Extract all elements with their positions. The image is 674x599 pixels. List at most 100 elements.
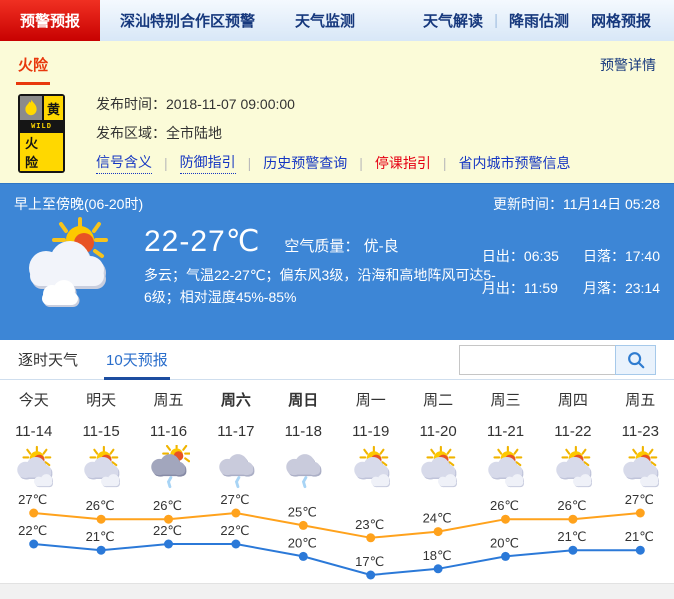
warning-link[interactable]: 省内城市预警信息 (459, 153, 571, 173)
forecast-days-grid: 今天 11-14 明天 11-15 周五 11-16 周六 11-17 周日 11-18 周一… (0, 380, 674, 489)
svg-text:27℃: 27℃ (625, 492, 654, 507)
svg-text:22℃: 22℃ (153, 523, 182, 538)
shower-icon (135, 445, 202, 489)
warning-link[interactable]: 停课指引 (375, 153, 431, 173)
forecast-day-column[interactable]: 周五 11-23 (607, 389, 674, 489)
day-name: 周六 (220, 392, 251, 409)
forecast-day-column[interactable]: 周日 11-18 (270, 389, 337, 489)
nav-link-rain-estimate[interactable]: 降雨估测 (498, 10, 580, 31)
update-time: 更新时间：11月14日 05:28 (492, 196, 660, 212)
warning-category-label: WILD FIRE (20, 122, 63, 142)
partly-cloudy-icon (404, 445, 471, 489)
weather-description: 多云；气温22-27℃；偏东风3级，沿海和高地阵风可达5-6级；相对湿度45%-… (144, 267, 496, 305)
search-input[interactable] (459, 344, 615, 375)
search-box (459, 344, 656, 375)
svg-text:23℃: 23℃ (355, 517, 384, 532)
forecast-day-column[interactable]: 周一 11-19 (337, 389, 404, 489)
svg-text:17℃: 17℃ (355, 554, 384, 569)
day-name: 周一 (355, 392, 386, 409)
day-date: 11-14 (15, 423, 53, 440)
sun-moon-info: 日出：06:35 日落：17:40 月出：11:59 月落：23:14 (482, 246, 660, 298)
svg-text:21℃: 21℃ (557, 529, 586, 544)
svg-text:22℃: 22℃ (220, 523, 249, 538)
warning-link[interactable]: 历史预警查询 (263, 153, 347, 173)
svg-text:26℃: 26℃ (86, 498, 115, 513)
air-quality: 空气质量： 优-良 (284, 238, 399, 255)
day-date: 11-17 (217, 423, 255, 440)
day-date: 11-22 (554, 423, 592, 440)
warning-link[interactable]: 防御指引 (179, 152, 236, 174)
search-icon (627, 351, 644, 368)
warning-name-label: 火 险 (20, 133, 63, 171)
publish-area-row: 发布区域：全市陆地 (96, 123, 571, 143)
fire-warning-sign-icon: 黄 WILD FIRE 火 险 (18, 94, 65, 173)
forecast-day-column[interactable]: 周四 11-22 (539, 389, 606, 489)
current-panel-header: 早上至傍晚(06-20时) 更新时间：11月14日 05:28 (14, 194, 660, 214)
top-nav: 预警预报 深汕特别合作区预警 天气监测 天气解读 降雨估测 网格预报 (0, 0, 674, 41)
day-name: 明天 (86, 392, 117, 409)
publish-area-label: 发布区域： (96, 125, 166, 141)
day-date: 11-21 (486, 423, 525, 440)
forecast-day-column[interactable]: 周五 11-16 (135, 389, 202, 489)
forecast-day-column[interactable]: 周三 11-21 (472, 389, 539, 489)
nav-tab-weather-monitor[interactable]: 天气监测 (275, 0, 375, 41)
day-name: 周二 (423, 392, 454, 409)
warning-link[interactable]: 信号含义 (96, 152, 152, 174)
link-separator (164, 155, 168, 171)
publish-time-value: 2018-11-07 09:00:00 (166, 96, 295, 112)
svg-text:21℃: 21℃ (625, 529, 654, 544)
partly-cloudy-icon (539, 445, 606, 489)
svg-text:21℃: 21℃ (86, 529, 115, 544)
nav-tab-shenshan-zone[interactable]: 深汕特别合作区预警 (100, 0, 275, 41)
nav-link-grid-forecast[interactable]: 网格预报 (580, 10, 662, 31)
fire-warning-section: 黄 WILD FIRE 火 险 发布时间：2018-11-07 09:00:00… (0, 88, 674, 183)
rain-icon (270, 445, 337, 489)
nav-right-links: 天气解读 降雨估测 网格预报 (412, 0, 674, 41)
day-date: 11-15 (82, 423, 120, 440)
forecast-day-column[interactable]: 周二 11-20 (404, 389, 471, 489)
link-separator (443, 155, 447, 171)
svg-text:20℃: 20℃ (288, 535, 317, 550)
day-date: 11-23 (621, 423, 659, 440)
sunrise: 日出：06:35 (481, 248, 559, 264)
day-name: 周四 (557, 392, 588, 409)
tab-fire-risk[interactable]: 火险 (15, 41, 51, 88)
search-button[interactable] (615, 344, 656, 375)
partly-cloudy-icon (0, 445, 67, 489)
svg-text:24℃: 24℃ (423, 511, 452, 526)
publish-area-value: 全市陆地 (166, 125, 222, 141)
nav-tab-warning-forecast[interactable]: 预警预报 (0, 0, 101, 41)
day-name: 周日 (288, 392, 319, 409)
warning-level-badge: 黄 (43, 96, 63, 120)
forecast-day-column[interactable]: 周六 11-17 (202, 389, 269, 489)
day-date: 11-16 (149, 423, 188, 440)
link-separator (248, 155, 252, 171)
tab-hourly-weather[interactable]: 逐时天气 (18, 340, 78, 379)
nav-link-weather-interpretation[interactable]: 天气解读 (412, 10, 494, 31)
ten-day-forecast: 今天 11-14 明天 11-15 周五 11-16 周六 11-17 周日 11-18 周一… (0, 380, 674, 583)
day-name: 周五 (625, 392, 656, 409)
svg-text:26℃: 26℃ (490, 498, 519, 513)
temperature-chart: 27℃ 26℃ 26℃ 27℃ 25℃ 23℃ 24℃ 26℃ 26℃ 27℃ 22℃ 21℃ 22℃ 2… (18, 492, 654, 580)
day-name: 今天 (18, 392, 49, 409)
day-name: 周五 (153, 392, 184, 409)
warning-info: 发布时间：2018-11-07 09:00:00 发布区域：全市陆地 信号含义 防… (96, 88, 571, 183)
tab-ten-day-forecast[interactable]: 10天预报 (104, 340, 170, 380)
svg-text:27℃: 27℃ (220, 492, 249, 507)
svg-text:25℃: 25℃ (288, 504, 317, 519)
forecast-day-column[interactable]: 明天 11-15 (67, 389, 134, 489)
temperature-row: 22-27℃ 空气质量： 优-良 (144, 224, 496, 259)
weather-page: 预警预报 深汕特别合作区预警 天气监测 天气解读 降雨估测 网格预报 火险 预警… (0, 0, 674, 599)
sunset: 日落：17:40 (582, 248, 660, 264)
link-separator (359, 155, 363, 171)
rain-icon (202, 445, 269, 489)
forecast-day-column[interactable]: 今天 11-14 (0, 389, 67, 489)
current-weather-panel: 早上至傍晚(06-20时) 更新时间：11月14日 05:28 22-27℃ 空… (0, 183, 674, 340)
partly-cloudy-icon (18, 216, 128, 316)
svg-text:27℃: 27℃ (18, 492, 47, 507)
day-date: 11-18 (284, 423, 322, 440)
warning-detail-link[interactable]: 预警详情 (600, 55, 656, 75)
svg-text:18℃: 18℃ (423, 548, 452, 563)
svg-text:20℃: 20℃ (490, 535, 519, 550)
svg-text:26℃: 26℃ (557, 498, 586, 513)
